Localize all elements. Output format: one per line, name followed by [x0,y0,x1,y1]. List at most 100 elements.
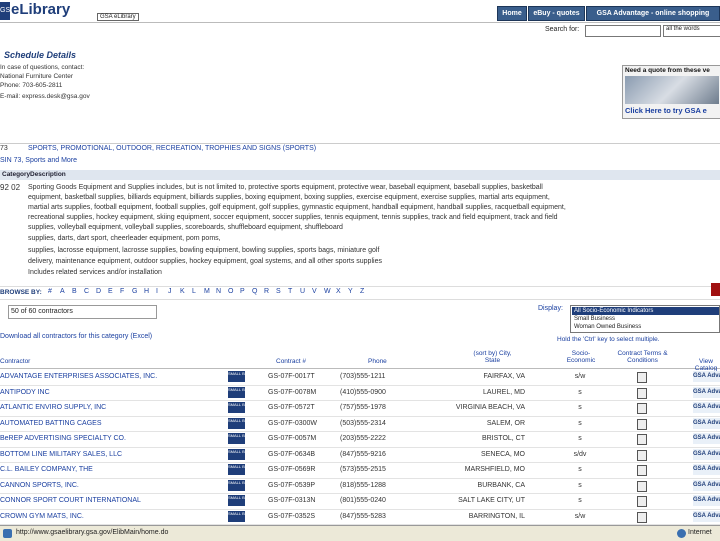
gsa-advantage-link[interactable]: GSA Advantage [693,510,720,522]
browse-letter-link[interactable]: B [72,288,77,295]
small-business-badge: SMALL BIZ [228,417,248,429]
browse-letter-link[interactable]: S [276,288,281,295]
category-sin-link[interactable]: SIN 73, Sports and More [0,157,77,164]
browse-letter-link[interactable]: M [204,288,210,295]
contractor-name-link[interactable]: ADVANTAGE ENTERPRISES ASSOCIATES, INC. [0,373,157,380]
nav-gsa-advantage-button[interactable]: GSA Advantage - online shopping [586,6,720,21]
search-input[interactable] [585,25,661,37]
browse-letter-link[interactable]: W [324,288,331,295]
small-business-badge: SMALL BIZ [228,433,248,444]
browse-letter-link[interactable]: D [96,288,101,295]
gsa-advantage-link[interactable]: GSA Advantage [693,495,720,506]
browse-letter-link[interactable]: V [312,288,317,295]
ebuy-ad-banner[interactable]: Need a quote from these ve Click Here to… [622,65,720,119]
contractor-name-link[interactable]: CONNOR SPORT COURT INTERNATIONAL [0,497,141,504]
elibrary-logo[interactable]: eLibrary [11,1,70,18]
contractor-name-link[interactable]: BeREP ADVERTISING SPECIALTY CO. [0,435,126,442]
browse-letter-link[interactable]: Q [252,288,257,295]
gsa-advantage-link[interactable]: GSA Advantage [693,464,720,475]
schedule-details-title: Schedule Details [4,50,77,60]
go-button[interactable] [711,283,720,296]
terms-document-icon[interactable] [637,372,647,383]
browse-letter-link[interactable]: C [84,288,89,295]
col-contractor[interactable]: Contractor [0,358,30,365]
nav-ebuy-button[interactable]: eBuy - quotes [528,6,585,21]
socio-economic-filter[interactable]: All Socio-Economic Indicators Small Busi… [570,305,720,333]
gsa-advantage-link[interactable]: GSA Advantage [693,433,720,444]
contractor-name-link[interactable]: AUTOMATED BATTING CAGES [0,420,102,427]
search-scope-select[interactable]: all the words [663,25,720,37]
col-city-state[interactable]: (sort by) City, State [470,350,515,364]
browse-letter-link[interactable]: X [336,288,341,295]
col-socio-economic[interactable]: Socio-Economic [565,350,597,364]
browse-label: BROWSE BY: [0,289,42,296]
browse-letter-link[interactable]: # [48,288,52,295]
terms-document-icon[interactable] [637,449,647,461]
category-title[interactable]: SPORTS, PROMOTIONAL, OUTDOOR, RECREATION… [28,145,316,152]
browse-letter-link[interactable]: N [216,288,221,295]
download-excel-link[interactable]: Download all contractors for this catego… [0,333,152,340]
contact-line: Phone: 703-605-2811 [0,82,63,89]
gsa-advantage-link[interactable]: GSA Advantage [693,402,720,413]
contractor-name-link[interactable]: ATLANTIC ENVIRO SUPPLY, INC [0,404,106,411]
contractor-name-link[interactable]: CANNON SPORTS, INC. [0,482,79,489]
table-row: CONNOR SPORT COURT INTERNATIONAL SMALL BI… [0,493,720,510]
gsa-logo-mark[interactable]: GSA [0,2,15,20]
gsa-advantage-link[interactable]: GSA Advantage [693,371,720,382]
browse-letter-link[interactable]: O [228,288,233,295]
terms-document-icon[interactable] [637,387,647,399]
browse-letter-link[interactable]: Y [348,288,353,295]
filter-option-woman-owned[interactable]: Woman Owned Business [572,323,719,331]
table-row: CANNON SPORTS, INC. SMALL BIZ GS-07F-0539P… [0,478,720,494]
contractor-name-link[interactable]: C.L. BAILEY COMPANY, THE [0,466,93,473]
col-contract-number[interactable]: Contract # [276,358,306,365]
browse-letter-link[interactable]: P [240,288,245,295]
contractor-name-link[interactable]: CROWN GYM MATS, INC. [0,513,84,520]
terms-document-icon[interactable] [637,511,647,523]
contractor-name-link[interactable]: ANTIPODY INC [0,389,50,396]
browse-letter-link[interactable]: Z [360,288,364,295]
contractor-city-state: LAUREL, MD [482,388,525,396]
browse-letter-link[interactable]: U [300,288,305,295]
browse-letter-link[interactable]: I [156,288,158,295]
search-label: Search for: [545,26,580,33]
browse-letter-link[interactable]: R [264,288,269,295]
terms-document-icon[interactable] [637,480,647,492]
contract-number: GS-07F-0634B [268,450,316,458]
small-business-badge: SMALL BIZ [228,448,248,460]
display-label: Display: [538,305,563,312]
contact-email[interactable]: E-mail: express.desk@gsa.gov [0,93,90,100]
browse-letter-link[interactable]: J [168,288,172,295]
browse-letter-link[interactable]: G [132,288,137,295]
terms-document-icon[interactable] [637,434,647,445]
contract-number: GS-07F-0313N [268,497,316,504]
small-business-badge: SMALL BIZ [228,386,248,398]
browse-letter-link[interactable]: A [60,288,65,295]
browse-letter-link[interactable]: F [120,288,124,295]
terms-document-icon[interactable] [637,403,647,414]
contractor-name-link[interactable]: BOTTOM LINE MILITARY SALES, LLC [0,451,122,458]
gsa-elibrary-tag: GSA eLibrary [97,13,139,21]
filter-option-small-business[interactable]: Small Business [572,315,719,323]
nav-home-button[interactable]: Home [497,6,527,21]
contract-number: GS-07F-0057M [268,435,317,442]
terms-document-icon[interactable] [637,418,647,430]
col-phone[interactable]: Phone [368,358,387,365]
browse-letter-link[interactable]: T [288,288,292,295]
socio-economic-code: s [578,481,582,489]
gsa-advantage-link[interactable]: GSA Advantage [693,386,720,398]
gsa-advantage-link[interactable]: GSA Advantage [693,479,720,491]
contract-number: GS-07F-0078M [268,388,317,396]
browse-letter-link[interactable]: K [180,288,185,295]
filter-option-all[interactable]: All Socio-Economic Indicators [572,307,719,315]
contract-number: GS-07F-0539P [268,481,316,489]
terms-document-icon[interactable] [637,496,647,507]
browse-letter-link[interactable]: E [108,288,113,295]
browse-letter-link[interactable]: H [144,288,149,295]
browse-letter-link[interactable]: L [192,288,196,295]
gsa-advantage-link[interactable]: GSA Advantage [693,448,720,460]
terms-document-icon[interactable] [637,465,647,476]
col-contract-terms[interactable]: Contract Terms & Conditions [610,350,675,364]
ad-link[interactable]: Click Here to try GSA e [625,106,707,115]
gsa-advantage-link[interactable]: GSA Advantage [693,417,720,429]
